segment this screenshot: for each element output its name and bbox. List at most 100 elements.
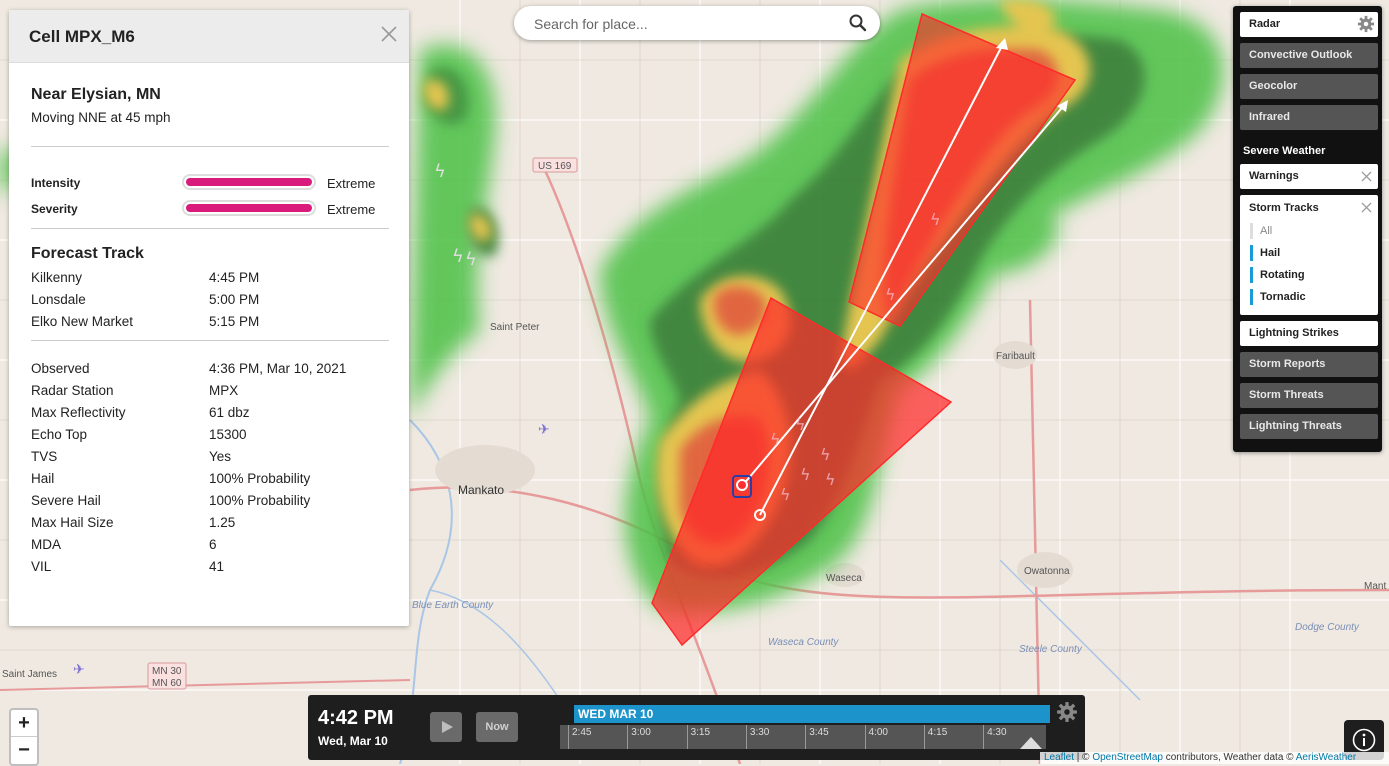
svg-text:ϟ: ϟ [465, 249, 477, 270]
search-icon[interactable] [848, 13, 868, 33]
meter-value: Extreme [327, 202, 376, 217]
timeline-tick-label: 4:15 [927, 727, 948, 738]
detail-key: Radar Station [31, 383, 114, 398]
storm-tracks-all[interactable]: All [1250, 223, 1272, 239]
svg-text:✈: ✈ [73, 662, 85, 678]
detail-value: 1.25 [209, 515, 236, 530]
gear-icon[interactable] [1056, 701, 1078, 723]
detail-value: 4:36 PM, Mar 10, 2021 [209, 361, 347, 376]
divider [31, 228, 389, 229]
zoom-control: + − [9, 708, 39, 766]
detail-value: 41 [209, 559, 225, 574]
svg-text:ϟ: ϟ [825, 470, 836, 489]
intensity-row: Intensity Extreme [31, 171, 389, 197]
timeline-tick-label: 3:00 [631, 727, 651, 738]
timeline-bar: 4:42 PM Wed, Mar 10 Now WED MAR 10 2:45 3… [308, 695, 1085, 760]
meter-label: Severity [31, 202, 78, 216]
detail-key: Max Reflectivity [31, 405, 126, 420]
movement-text: Moving NNE at 45 mph [31, 110, 171, 125]
city-label-waseca: Waseca [826, 573, 862, 584]
forecast-list: Kilkenny 4:45 PM Lonsdale 5:00 PM Elko New M… [31, 267, 389, 333]
timeline-tick [686, 725, 688, 749]
detail-row: Observed 4:36 PM, Mar 10, 2021 [31, 358, 389, 380]
detail-row: MDA 6 [31, 534, 389, 556]
detail-row: Max Hail Size 1.25 [31, 512, 389, 534]
leaflet-link[interactable]: Leaflet [1044, 752, 1074, 763]
svg-text:ϟ: ϟ [820, 445, 831, 464]
forecast-place: Kilkenny [31, 270, 83, 285]
timeline-tick [805, 725, 807, 749]
detail-row: Severe Hail 100% Probability [31, 490, 389, 512]
zoom-in-button[interactable]: + [11, 710, 37, 737]
timeline-scale[interactable]: 2:45 3:00 3:15 3:30 3:45 4:00 4:15 4:30 [560, 725, 1046, 749]
timeline-tick [864, 725, 866, 749]
severity-row: Severity Extreme [31, 197, 389, 223]
timeline-handle-icon[interactable] [1020, 735, 1042, 749]
info-icon [1352, 728, 1376, 752]
details-list: Observed 4:36 PM, Mar 10, 2021 Radar Stati… [31, 358, 389, 578]
layer-geocolor[interactable]: Geocolor [1240, 74, 1378, 99]
gear-icon[interactable] [1357, 15, 1375, 33]
forecast-time: 4:45 PM [209, 270, 260, 285]
detail-value: Yes [209, 449, 232, 464]
detail-row: Radar Station MPX [31, 380, 389, 402]
osm-link[interactable]: OpenStreetMap [1092, 752, 1163, 763]
forecast-row: Lonsdale 5:00 PM [31, 289, 389, 311]
city-label-saint-james: Saint James [2, 669, 57, 680]
city-label-faribault: Faribault [996, 351, 1035, 362]
layer-storm-tracks[interactable]: Storm Tracks All Hail Rotating Tornadic [1240, 195, 1378, 315]
attrib-text: | © [1074, 752, 1093, 763]
cell-info-panel: Cell MPX_M6 Near Elysian, MN Moving NNE … [9, 10, 409, 626]
layer-label: Warnings [1249, 170, 1299, 182]
detail-key: Echo Top [31, 427, 88, 442]
play-button[interactable] [430, 712, 462, 742]
svg-text:MN 30: MN 30 [152, 666, 182, 677]
forecast-time: 5:00 PM [209, 292, 260, 307]
current-time: 4:42 PM [318, 707, 394, 729]
layer-convective-outlook[interactable]: Convective Outlook [1240, 43, 1378, 68]
location-title: Near Elysian, MN [31, 86, 161, 103]
svg-text:ϟ: ϟ [800, 465, 811, 484]
forecast-place: Lonsdale [31, 292, 86, 307]
layer-lightning-strikes[interactable]: Lightning Strikes [1240, 321, 1378, 346]
timeline-tick-label: 2:45 [572, 727, 592, 738]
svg-text:ϟ: ϟ [780, 485, 791, 504]
now-button[interactable]: Now [476, 712, 518, 742]
road-shield-us169: US 169 [532, 157, 578, 173]
search-bar [514, 6, 880, 40]
close-icon[interactable] [379, 24, 399, 44]
timeline-day-track[interactable]: WED MAR 10 [574, 705, 1050, 723]
detail-row: VIL 41 [31, 556, 389, 578]
map-attribution: Leaflet | © OpenStreetMap contributors, … [1040, 752, 1389, 764]
close-icon[interactable] [1361, 202, 1372, 213]
layer-storm-reports[interactable]: Storm Reports [1240, 352, 1378, 377]
severity-meter [182, 200, 316, 216]
storm-tracks-rotating[interactable]: Rotating [1250, 267, 1305, 283]
detail-key: Severe Hail [31, 493, 101, 508]
city-label-owatonna: Owatonna [1024, 566, 1070, 577]
zoom-out-button[interactable]: − [11, 737, 37, 763]
timeline-tick-label: 4:00 [868, 727, 888, 738]
detail-key: VIL [31, 559, 52, 574]
detail-row: Echo Top 15300 [31, 424, 389, 446]
svg-text:MN 60: MN 60 [152, 678, 182, 689]
layer-lightning-threats[interactable]: Lightning Threats [1240, 414, 1378, 439]
layer-warnings[interactable]: Warnings [1240, 164, 1378, 189]
meter-value: Extreme [327, 176, 376, 191]
layer-storm-threats[interactable]: Storm Threats [1240, 383, 1378, 408]
close-icon[interactable] [1361, 171, 1372, 182]
city-label-mant: Mant [1364, 581, 1386, 592]
detail-key: Max Hail Size [31, 515, 114, 530]
search-input[interactable] [532, 13, 836, 35]
aeris-link[interactable]: AerisWeather [1296, 752, 1356, 763]
road-shield-mn30: MN 30 MN 60 [147, 662, 187, 690]
timeline-tick-label: 3:30 [749, 727, 770, 738]
layer-infrared[interactable]: Infrared [1240, 105, 1378, 130]
forecast-time: 5:15 PM [209, 314, 260, 329]
svg-text:ϟ: ϟ [434, 161, 446, 182]
layer-radar[interactable]: Radar [1240, 12, 1378, 37]
storm-tracks-tornadic[interactable]: Tornadic [1250, 289, 1306, 305]
storm-tracks-hail[interactable]: Hail [1250, 245, 1280, 261]
detail-value: MPX [209, 383, 239, 398]
svg-text:ϟ: ϟ [770, 430, 781, 449]
